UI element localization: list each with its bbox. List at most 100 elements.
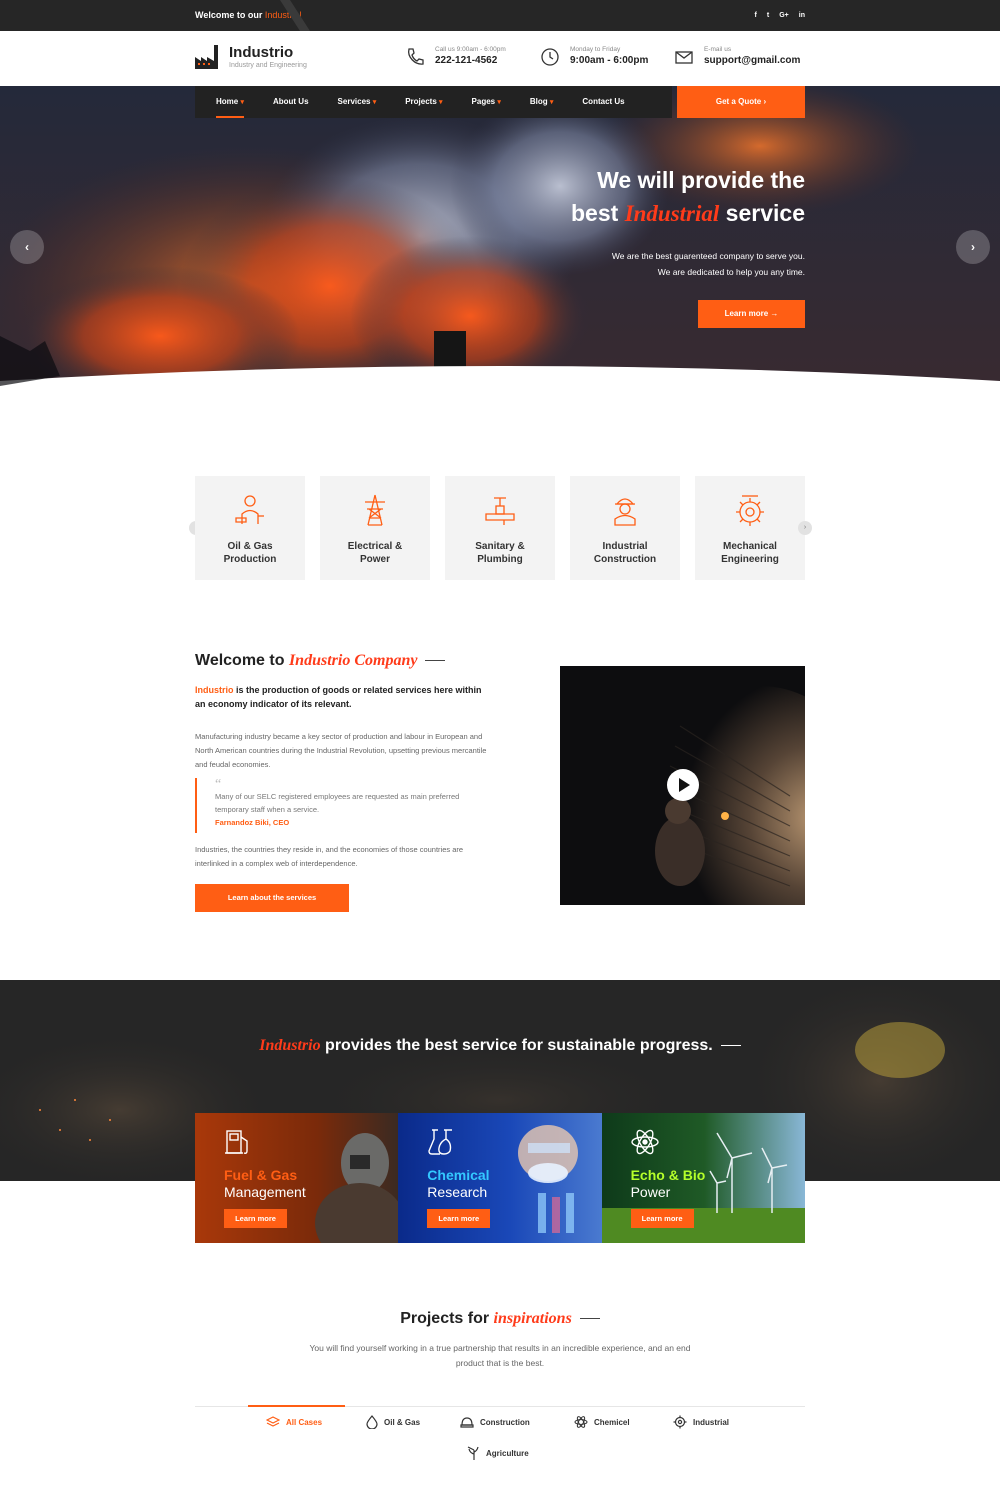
- tab-label: Agriculture: [486, 1448, 529, 1458]
- email-label: E-mail us: [704, 46, 732, 53]
- welcome-lead-highlight: Industrio: [195, 685, 234, 695]
- learn-about-services-button[interactable]: Learn about the services: [195, 884, 349, 912]
- hero-button-label: Learn more: [724, 309, 769, 318]
- card-chemical[interactable]: Chemical Research Learn more: [398, 1113, 602, 1243]
- dark-title-em: Industrio: [259, 1037, 321, 1054]
- nav-item-pages[interactable]: Pages ▾: [472, 86, 501, 118]
- slider-dot[interactable]: [472, 386, 487, 388]
- hero-title-pre: best: [571, 200, 625, 226]
- card-title-2: Power: [630, 1184, 671, 1200]
- hero-title: We will provide the best Industrial serv…: [571, 164, 805, 230]
- tab-all-cases[interactable]: All Cases: [266, 1414, 322, 1430]
- phone-value[interactable]: 222-121-4562: [435, 54, 506, 68]
- card-learn-more-button[interactable]: Learn more: [427, 1209, 491, 1228]
- service-card-electrical[interactable]: Electrical & Power: [320, 476, 430, 580]
- chevron-left-icon: ‹: [25, 240, 29, 254]
- welcome-title-pre: Welcome to: [195, 652, 289, 669]
- service-card-construction[interactable]: Industrial Construction: [570, 476, 680, 580]
- hero-title-post: service: [719, 200, 805, 226]
- nav-item-home[interactable]: Home ▾: [216, 86, 244, 118]
- card-learn-more-button[interactable]: Learn more: [630, 1209, 694, 1228]
- main-nav: Home ▾ About Us Services ▾ Projects ▾ Pa…: [195, 86, 672, 118]
- email-value[interactable]: support@gmail.com: [704, 54, 800, 68]
- helmet-icon: [460, 1417, 474, 1428]
- top-bar: Welcome to our Industrial f t G+ in: [0, 0, 1000, 31]
- play-button[interactable]: [667, 769, 699, 801]
- logo[interactable]: Industrio Industry and Engineering: [195, 43, 307, 71]
- card-learn-more-button[interactable]: Learn more: [224, 1209, 287, 1228]
- quote-text: Many of our SELC registered employees ar…: [215, 792, 460, 814]
- linkedin-icon[interactable]: in: [799, 12, 805, 19]
- nav-item-contact[interactable]: Contact Us: [582, 86, 624, 118]
- facebook-icon[interactable]: f: [755, 12, 757, 19]
- service-card-oil-gas[interactable]: Oil & Gas Production: [195, 476, 305, 580]
- twitter-icon[interactable]: t: [767, 12, 769, 19]
- slider-dot[interactable]: [493, 386, 508, 388]
- page: Welcome to our Industrial f t G+ in Indu…: [0, 0, 1000, 1492]
- service-label-1: Electrical &: [347, 541, 403, 552]
- projects-title: Projects for inspirations: [0, 1310, 1000, 1328]
- hours-label: Monday to Friday: [570, 46, 621, 53]
- nav-label: About Us: [272, 97, 309, 106]
- nav-item-blog[interactable]: Blog ▾: [530, 86, 554, 118]
- nav-item-about[interactable]: About Us: [273, 86, 309, 118]
- nav-label: Home: [216, 97, 239, 106]
- feature-cards: Fuel & Gas Management Learn more Chemica…: [195, 1113, 805, 1243]
- tab-label: Oil & Gas: [384, 1417, 421, 1427]
- slider-dots: [472, 386, 529, 388]
- card-bio-power[interactable]: Echo & Bio Power Learn more: [601, 1113, 805, 1243]
- tab-label: Chemicel: [594, 1417, 630, 1427]
- nav-label: Pages: [471, 97, 496, 106]
- tab-agriculture[interactable]: Agriculture: [466, 1445, 529, 1461]
- service-label-1: Industrial: [602, 541, 648, 552]
- google-plus-icon[interactable]: G+: [779, 12, 789, 19]
- tab-label: Construction: [480, 1417, 530, 1427]
- services-carousel: Oil & Gas Production Electrical & Power Sa…: [195, 476, 805, 580]
- nav-item-projects[interactable]: Projects ▾: [405, 86, 442, 118]
- tab-industrial[interactable]: Industrial: [673, 1414, 729, 1430]
- tab-construction[interactable]: Construction: [460, 1414, 530, 1430]
- welcome-lead-text: is the production of goods or related se…: [195, 685, 482, 709]
- nav-label: Contact Us: [582, 97, 625, 106]
- card-fuel-gas[interactable]: Fuel & Gas Management Learn more: [195, 1113, 399, 1243]
- mail-icon: [675, 50, 693, 64]
- projects-title-em: inspirations: [493, 1310, 572, 1327]
- projects-subtitle: You will find yourself working in a true…: [309, 1343, 691, 1368]
- header-phone: Call us 9:00am - 6:00pm 222-121-4562: [405, 45, 506, 68]
- hero-learn-more-button[interactable]: Learn more →: [698, 300, 805, 328]
- service-card-plumbing[interactable]: Sanitary & Plumbing: [445, 476, 555, 580]
- nav-item-services[interactable]: Services ▾: [338, 86, 377, 118]
- card-title-1: Fuel & Gas: [224, 1167, 298, 1183]
- atom-icon: [630, 1129, 659, 1155]
- dark-title-text: provides the best service for sustainabl…: [320, 1037, 713, 1054]
- nav-label: Blog: [529, 97, 548, 106]
- services-next-button[interactable]: ›: [798, 521, 812, 535]
- get-quote-button[interactable]: Get a Quote ›: [677, 86, 805, 118]
- video-thumbnail[interactable]: [560, 666, 805, 905]
- header-hours: Monday to Friday 9:00am - 6:00pm: [540, 45, 648, 68]
- topbar-slant-shape: [280, 0, 310, 31]
- slider-next-button[interactable]: ›: [956, 230, 990, 264]
- phone-label: Call us 9:00am - 6:00pm: [435, 46, 506, 53]
- clock-icon: [541, 47, 559, 66]
- slider-dot-active[interactable]: [514, 386, 529, 388]
- title-divider: [720, 1045, 741, 1047]
- slider-prev-button[interactable]: ‹: [10, 230, 44, 264]
- tab-label: All Cases: [286, 1417, 323, 1427]
- chevron-right-icon: ›: [803, 524, 807, 531]
- card-title-2: Research: [427, 1184, 488, 1200]
- tab-chemical[interactable]: Chemicel: [574, 1414, 630, 1430]
- quote-label: Get a Quote: [715, 97, 762, 106]
- chevron-down-icon: ▾: [439, 99, 443, 106]
- power-tower-icon: [365, 494, 385, 526]
- service-card-mechanical[interactable]: Mechanical Engineering: [695, 476, 805, 580]
- tab-oil-gas[interactable]: Oil & Gas: [366, 1414, 420, 1430]
- chevron-down-icon: ▾: [549, 99, 554, 106]
- fuel-pump-icon: [225, 1130, 248, 1154]
- hero-slider: We will provide the best Industrial serv…: [0, 86, 1000, 409]
- logo-tagline: Industry and Engineering: [229, 61, 307, 69]
- service-label-1: Oil & Gas: [227, 541, 273, 552]
- tab-label: Industrial: [693, 1417, 730, 1427]
- welcome-lead: Industrio is the production of goods or …: [195, 683, 485, 711]
- hours-value: 9:00am - 6:00pm: [570, 55, 649, 66]
